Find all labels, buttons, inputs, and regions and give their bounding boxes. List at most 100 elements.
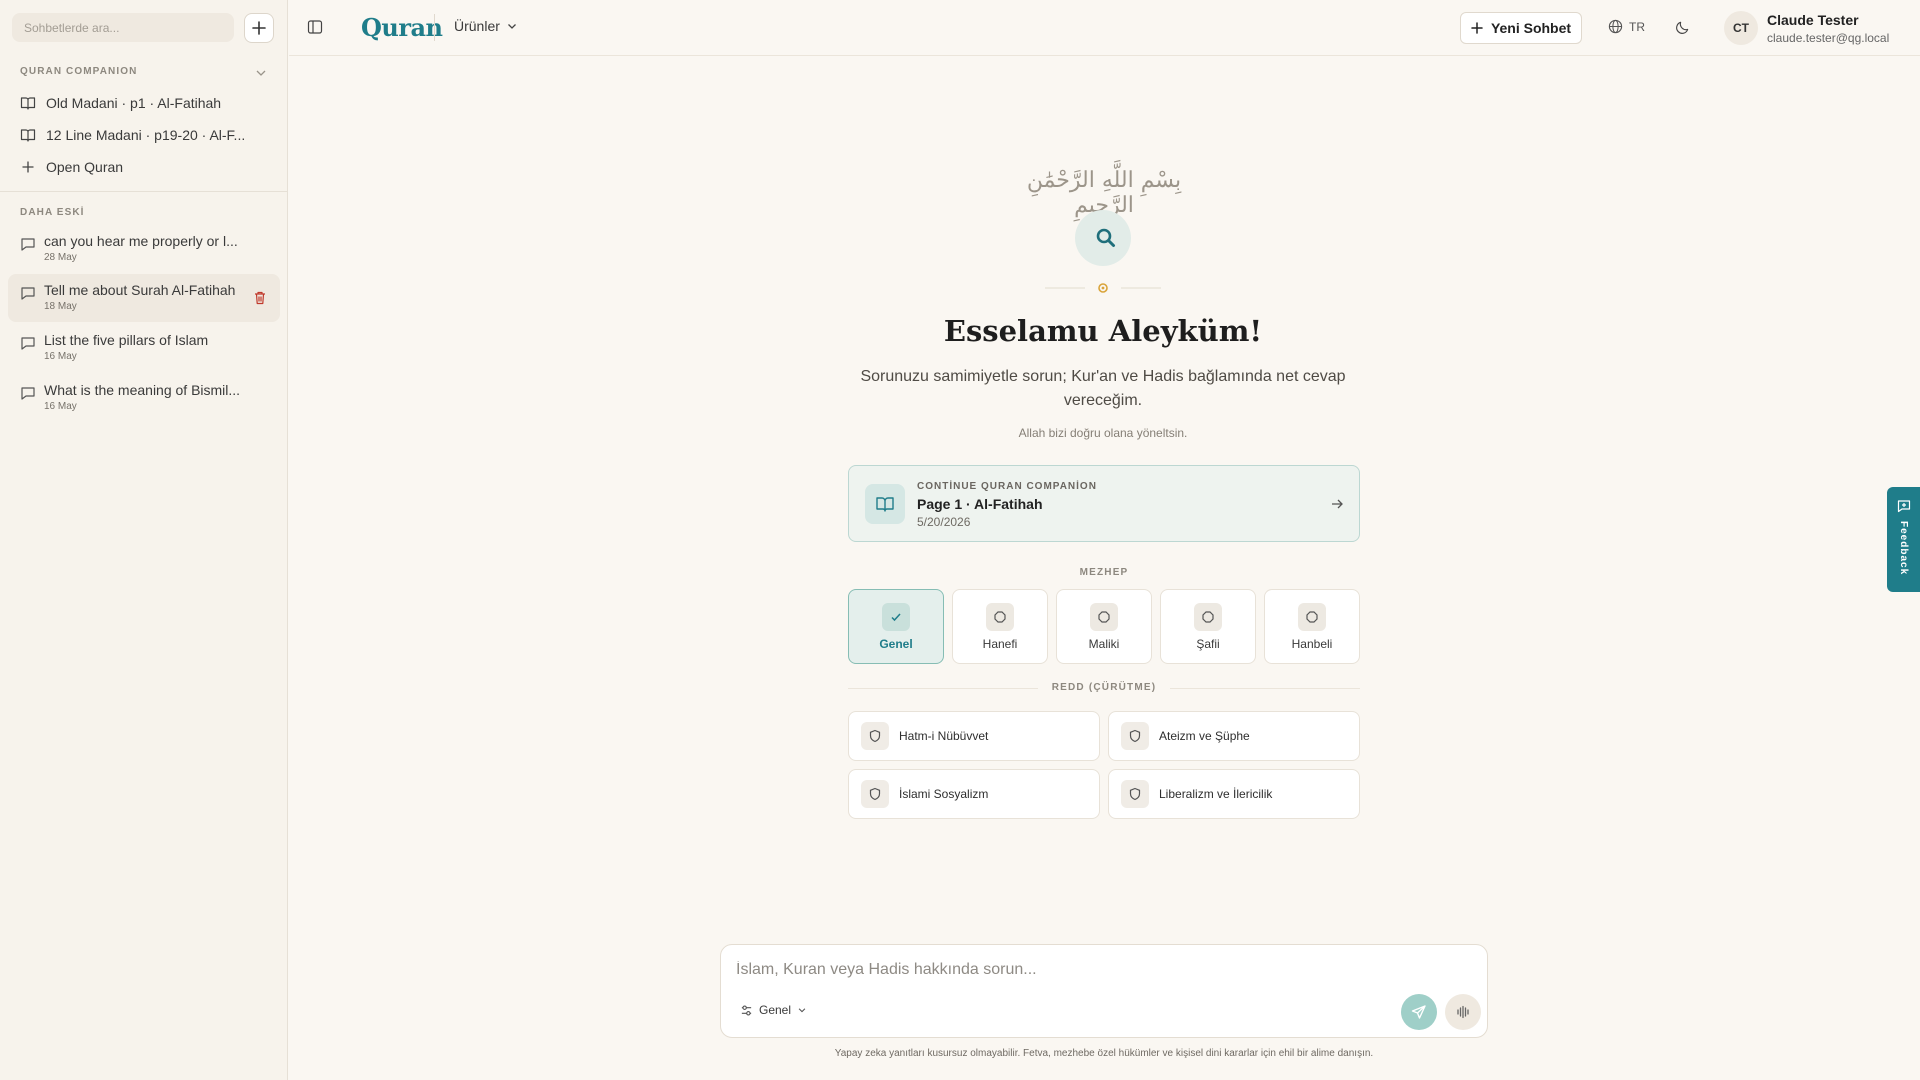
mezhep-option-label: Şafii <box>1196 637 1220 651</box>
chat-title: can you hear me properly or l... <box>44 233 238 249</box>
products-menu[interactable]: Ürünler <box>454 18 518 34</box>
voice-button[interactable] <box>1445 994 1481 1030</box>
chat-title: What is the meaning of Bismil... <box>44 382 241 398</box>
octagon-icon <box>986 603 1014 631</box>
redd-option-label: Ateizm ve Şüphe <box>1159 729 1250 743</box>
top-header: Quran Ürünler Yeni Sohbet TR CT Claude T… <box>289 0 1920 56</box>
send-icon <box>1411 1005 1426 1019</box>
chevron-down-icon <box>507 24 516 29</box>
message-plus-icon <box>1897 500 1910 513</box>
companion-section-title: QURAN COMPANION <box>20 66 138 77</box>
trash-icon[interactable] <box>252 290 268 306</box>
book-icon <box>20 97 36 110</box>
open-quran-label: Open Quran <box>46 159 124 175</box>
moon-icon[interactable] <box>1675 20 1690 35</box>
redd-option-label: İslami Sosyalizm <box>899 787 989 801</box>
mode-selector[interactable]: Genel <box>740 1003 807 1017</box>
search-crescent-icon <box>1088 228 1115 248</box>
mezhep-option-hanbeli[interactable]: Hanbeli <box>1264 589 1360 664</box>
sidebar-divider <box>0 191 288 192</box>
message-square-icon <box>21 238 35 251</box>
mezhep-option-label: Maliki <box>1088 637 1120 651</box>
header-separator <box>434 14 435 41</box>
audio-waveform-icon <box>1457 1005 1469 1019</box>
new-chat-icon-button[interactable] <box>244 13 274 43</box>
shield-icon <box>1121 722 1149 750</box>
chat-composer: Genel <box>720 944 1488 1038</box>
user-email: claude.tester@qg.local <box>1767 31 1890 45</box>
check-icon <box>882 603 910 631</box>
arrow-right-icon <box>1332 499 1343 509</box>
chevron-down-icon <box>798 1008 806 1013</box>
redd-option-label: Liberalizm ve İlericilik <box>1159 787 1273 801</box>
feedback-label: Feedback <box>1898 521 1909 576</box>
chat-date: 18 May <box>44 301 77 312</box>
new-chat-button[interactable]: Yeni Sohbet <box>1460 12 1582 44</box>
shield-icon <box>861 780 889 808</box>
chat-history-item[interactable]: can you hear me properly or l... 28 May <box>8 225 280 273</box>
feedback-tab[interactable]: Feedback <box>1887 487 1920 592</box>
mezhep-option-safii[interactable]: Şafii <box>1160 589 1256 664</box>
redd-option-liberalizm[interactable]: Liberalizm ve İlericilik <box>1108 769 1360 819</box>
greeting-dua: Allah bizi doğru olana yöneltsin. <box>1018 426 1188 440</box>
plus-icon <box>1471 22 1483 34</box>
redd-option-ateizm[interactable]: Ateizm ve Şüphe <box>1108 711 1360 761</box>
message-input[interactable] <box>736 961 1436 985</box>
chat-title: List the five pillars of Islam <box>44 332 209 348</box>
hero-logo-badge <box>1075 210 1131 266</box>
mezhep-label: MEZHEP <box>1079 567 1129 578</box>
sidebar-toggle-icon[interactable] <box>307 19 323 35</box>
chat-history-item[interactable]: What is the meaning of Bismil... 16 May <box>8 374 280 422</box>
logo-text: Quran <box>361 12 443 42</box>
redd-label: REDD (ÇÜRÜTME) <box>848 682 1360 693</box>
send-button[interactable] <box>1401 994 1437 1030</box>
continue-date: 5/20/2026 <box>917 515 971 529</box>
chat-history-item[interactable]: List the five pillars of Islam 16 May <box>8 324 280 372</box>
message-square-icon <box>21 287 35 300</box>
ornament-divider <box>1045 283 1161 293</box>
companion-item-12-line-madani[interactable]: 12 Line Madani · p19-20 · Al-F... <box>8 121 278 149</box>
book-open-icon <box>865 484 905 524</box>
sidebar-top <box>12 13 276 43</box>
user-name: Claude Tester <box>1767 12 1859 28</box>
octagon-icon <box>1194 603 1222 631</box>
language-code: TR <box>1629 19 1645 34</box>
redd-option-hatm-i-nubuvvet[interactable]: Hatm-i Nübüvvet <box>848 711 1100 761</box>
ai-disclaimer: Yapay zeka yanıtları kusursuz olmayabili… <box>834 1048 1374 1059</box>
mezhep-option-genel[interactable]: Genel <box>848 589 944 664</box>
chat-search-input[interactable] <box>12 13 234 42</box>
shield-icon <box>861 722 889 750</box>
redd-option-label: Hatm-i Nübüvvet <box>899 729 989 743</box>
mezhep-option-label: Hanbeli <box>1291 637 1333 651</box>
mezhep-option-label: Hanefi <box>982 637 1018 651</box>
redd-option-islami-sosyalizm[interactable]: İslami Sosyalizm <box>848 769 1100 819</box>
mezhep-option-maliki[interactable]: Maliki <box>1056 589 1152 664</box>
products-label: Ürünler <box>454 18 500 34</box>
chat-date: 16 May <box>44 351 77 362</box>
greeting-subtitle: Sorunuzu samimiyetle sorun; Kur'an ve Ha… <box>860 368 1346 409</box>
sidebar: QURAN COMPANION Old Madani · p1 · Al-Fat… <box>0 0 288 1080</box>
continue-eyebrow: CONTİNUE QURAN COMPANİON <box>917 481 1097 492</box>
companion-item-label: Old Madani · p1 · Al-Fatihah <box>46 95 222 111</box>
chat-history-item-active[interactable]: Tell me about Surah Al-Fatihah 18 May <box>8 274 280 322</box>
octagon-icon <box>1090 603 1118 631</box>
mode-label: Genel <box>759 1003 792 1017</box>
chevron-down-icon[interactable] <box>254 66 268 80</box>
globe-icon <box>1608 19 1623 34</box>
continue-companion-card[interactable]: CONTİNUE QURAN COMPANİON Page 1 · Al-Fat… <box>848 465 1360 542</box>
mezhep-option-hanefi[interactable]: Hanefi <box>952 589 1048 664</box>
companion-item-old-madani[interactable]: Old Madani · p1 · Al-Fatihah <box>8 89 278 117</box>
open-quran-button[interactable]: Open Quran <box>8 153 278 181</box>
avatar[interactable]: CT <box>1724 11 1758 45</box>
plus-icon <box>22 161 34 173</box>
quran-logo[interactable]: Quran <box>339 11 443 43</box>
language-switcher[interactable]: TR <box>1608 19 1645 34</box>
crescent-star-icon <box>343 17 353 37</box>
mezhep-option-label: Genel <box>879 637 913 651</box>
octagon-icon <box>1298 603 1326 631</box>
companion-item-label: 12 Line Madani · p19-20 · Al-F... <box>46 127 246 143</box>
message-square-icon <box>21 387 35 400</box>
chat-date: 16 May <box>44 401 77 412</box>
older-section-title: DAHA ESKİ <box>20 207 85 218</box>
chat-date: 28 May <box>44 252 77 263</box>
